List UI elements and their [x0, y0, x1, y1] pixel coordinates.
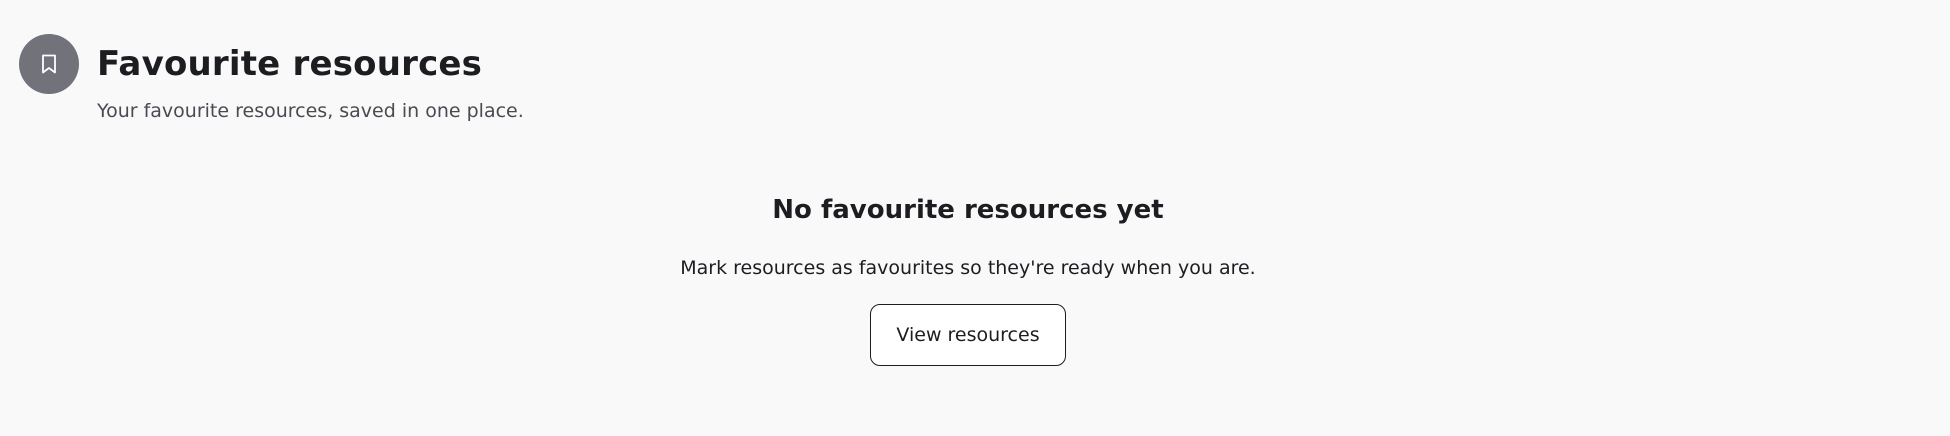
empty-state-title: No favourite resources yet — [772, 195, 1164, 225]
favourites-page: Favourite resources Your favourite resou… — [0, 0, 1950, 436]
header-text: Favourite resources Your favourite resou… — [97, 34, 524, 124]
empty-state-description: Mark resources as favourites so they're … — [680, 257, 1256, 279]
bookmark-icon — [19, 34, 79, 94]
empty-state: No favourite resources yet Mark resource… — [0, 190, 1936, 366]
view-resources-button[interactable]: View resources — [870, 304, 1066, 366]
page-title: Favourite resources — [97, 44, 483, 84]
page-subtitle: Your favourite resources, saved in one p… — [97, 100, 524, 122]
page-header: Favourite resources Your favourite resou… — [19, 34, 524, 124]
